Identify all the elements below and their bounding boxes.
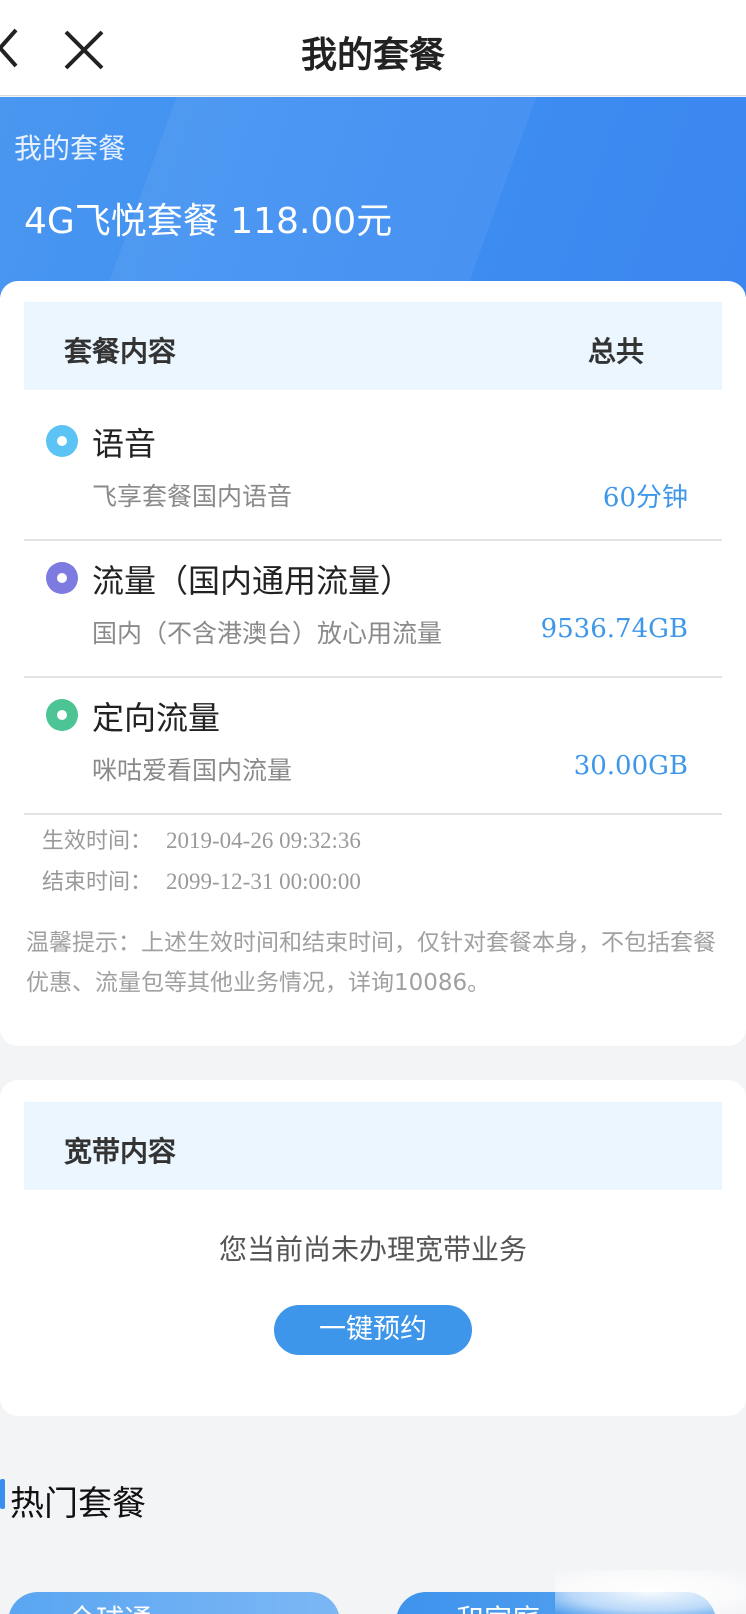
broadband-empty-text: 您当前尚未办理宽带业务 [218,1233,527,1266]
end-time-value: 2099-12-31 00:00:00 [166,869,361,894]
package-header: 套餐内容 总共 [24,302,722,390]
data-dot-icon [46,562,78,594]
start-time-value: 2019-04-26 09:32:36 [166,828,361,853]
item-name: 语音 [92,425,157,463]
hot-package-label: 全球通 [68,1598,152,1614]
validity-times: 生效时间： 2019-04-26 09:32:36 结束时间： 2099-12-31… [42,821,361,903]
section-marker [0,1479,5,1509]
directed-data-dot-icon [46,699,78,731]
package-header-total: 总共 [587,335,644,368]
hot-package-label: 和家庭 [456,1598,540,1614]
item-name: 流量（国内通用流量） [92,562,413,600]
banner-label: 我的套餐 [14,132,127,165]
hot-packages-title: 热门套餐 [10,1484,146,1524]
tip-text: 温馨提示：上述生效时间和结束时间，仅针对套餐本身，不包括套餐优惠、流量包等其他业… [26,930,716,996]
item-value: 30.00GB [573,751,688,781]
page-title: 我的套餐 [300,35,445,76]
end-time: 结束时间： 2099-12-31 00:00:00 [42,862,361,903]
broadband-card: 宽带内容 您当前尚未办理宽带业务 一键预约 [0,1080,746,1416]
package-card: 套餐内容 总共 语音 飞享套餐国内语音 60分钟 流量（国内通用流量） 国内（不… [0,281,746,1046]
start-time: 生效时间： 2019-04-26 09:32:36 [42,821,361,862]
item-name: 定向流量 [92,699,221,737]
nav-bar: 我的套餐 [0,0,746,96]
hot-package-card[interactable]: 全球通 [8,1592,340,1614]
plan-banner: 我的套餐 4G飞悦套餐 118.00元 [0,97,746,297]
broadband-header-label: 宽带内容 [64,1135,177,1168]
package-item-data: 流量（国内通用流量） 国内（不含港澳台）放心用流量 9536.74GB [24,542,722,678]
start-time-label: 生效时间： [42,829,153,854]
broadband-header: 宽带内容 [24,1102,722,1190]
item-value: 60分钟 [602,483,688,513]
voice-dot-icon [46,425,78,457]
end-time-label: 结束时间： [42,870,153,895]
package-header-label: 套餐内容 [64,335,177,368]
item-desc: 国内（不含港澳台）放心用流量 [92,619,443,648]
item-value: 9536.74GB [540,614,688,644]
blur-overlay [555,1570,746,1614]
plan-name: 4G飞悦套餐 118.00元 [24,201,393,242]
package-item-voice: 语音 飞享套餐国内语音 60分钟 [24,405,722,541]
reserve-button[interactable]: 一键预约 [274,1305,472,1355]
item-desc: 飞享套餐国内语音 [92,482,293,511]
item-desc: 咪咕爱看国内流量 [92,756,293,785]
package-item-directed-data: 定向流量 咪咕爱看国内流量 30.00GB [24,679,722,815]
